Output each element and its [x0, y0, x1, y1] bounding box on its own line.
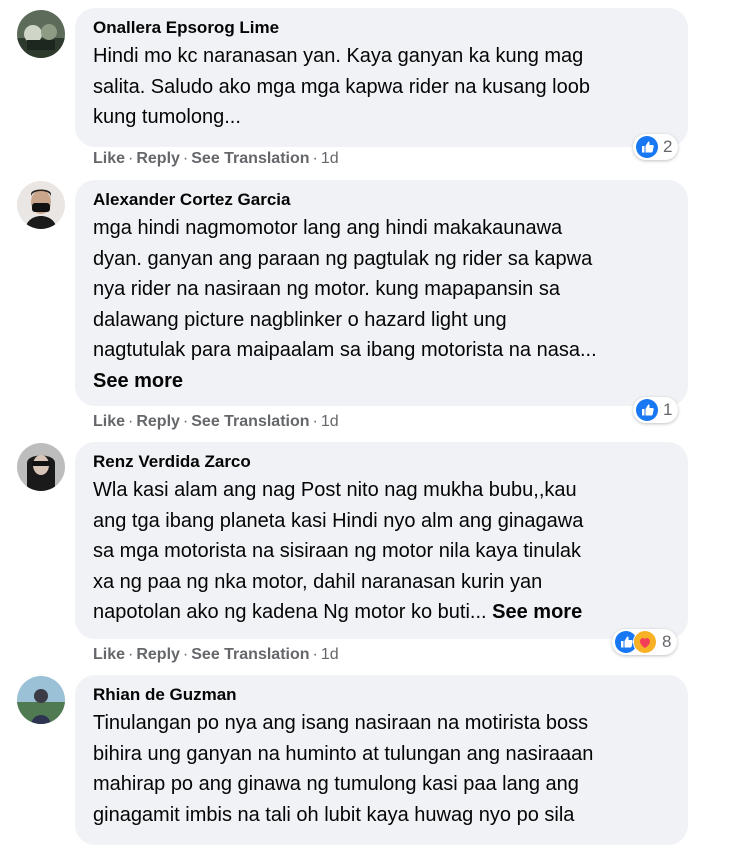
avatar[interactable] — [17, 181, 65, 229]
see-translation-link[interactable]: See Translation — [191, 150, 309, 167]
reaction-count: 2 — [663, 137, 673, 156]
avatar[interactable] — [17, 443, 65, 491]
separator-dot: · — [128, 413, 134, 430]
comment-timestamp[interactable]: 1d — [321, 150, 339, 167]
see-translation-link[interactable]: See Translation — [191, 413, 309, 430]
like-link[interactable]: Like — [93, 150, 125, 167]
comment-bubble: Alexander Cortez Garcia mga hindi nagmom… — [75, 180, 688, 406]
comment-text: Tinulangan po nya ang isang nasiraan na … — [93, 712, 594, 826]
separator-dot: · — [312, 413, 318, 430]
comment-bubble: Onallera Epsorog Lime Hindi mo kc narana… — [75, 8, 688, 147]
separator-dot: · — [182, 150, 189, 167]
like-reaction-icon — [636, 136, 658, 158]
care-reaction-icon — [633, 630, 657, 654]
separator-dot: · — [312, 646, 318, 663]
separator-dot: · — [128, 646, 134, 663]
comment-bubble: Renz Verdida Zarco Wla kasi alam ang nag… — [75, 442, 688, 639]
separator-dot: · — [128, 150, 134, 167]
reaction-summary[interactable]: 1 — [633, 397, 679, 423]
comment-actions: Like · Reply · See Translation · 1d — [93, 412, 339, 432]
reply-link[interactable]: Reply — [136, 150, 180, 167]
comment-text: Hindi mo kc naranasan yan. Kaya ganyan k… — [93, 45, 590, 128]
separator-dot: · — [312, 150, 318, 167]
comment-bubble: Rhian de Guzman Tinulangan po nya ang is… — [75, 675, 688, 845]
reply-link[interactable]: Reply — [136, 413, 180, 430]
separator-dot: · — [182, 413, 189, 430]
comment-text-content: mga hindi nagmomotor lang ang hindi maka… — [93, 217, 597, 361]
reaction-count: 8 — [662, 632, 672, 651]
comment-text: mga hindi nagmomotor lang ang hindi maka… — [93, 213, 670, 396]
comment-timestamp[interactable]: 1d — [321, 413, 339, 430]
reaction-summary[interactable]: 8 — [612, 629, 678, 655]
reply-link[interactable]: Reply — [136, 646, 180, 663]
like-reaction-icon — [636, 399, 658, 421]
avatar[interactable] — [17, 10, 65, 58]
comment-author[interactable]: Alexander Cortez Garcia — [93, 189, 670, 213]
separator-dot: · — [182, 646, 189, 663]
see-more-link[interactable]: See more — [492, 601, 582, 623]
comment-actions: Like · Reply · See Translation · 1d — [93, 149, 339, 169]
avatar[interactable] — [17, 676, 65, 724]
like-link[interactable]: Like — [93, 413, 125, 430]
comment-author[interactable]: Renz Verdida Zarco — [93, 451, 670, 475]
comment-author[interactable]: Rhian de Guzman — [93, 684, 670, 708]
see-more-link[interactable]: See more — [93, 370, 183, 392]
reaction-count: 1 — [663, 400, 673, 419]
reaction-summary[interactable]: 2 — [633, 134, 679, 160]
like-link[interactable]: Like — [93, 646, 125, 663]
comment-timestamp[interactable]: 1d — [321, 646, 339, 663]
comment-actions: Like · Reply · See Translation · 1d — [93, 645, 339, 665]
comment-text: Wla kasi alam ang nag Post nito nag mukh… — [93, 475, 670, 628]
comment-author[interactable]: Onallera Epsorog Lime — [93, 17, 670, 41]
see-translation-link[interactable]: See Translation — [191, 646, 309, 663]
